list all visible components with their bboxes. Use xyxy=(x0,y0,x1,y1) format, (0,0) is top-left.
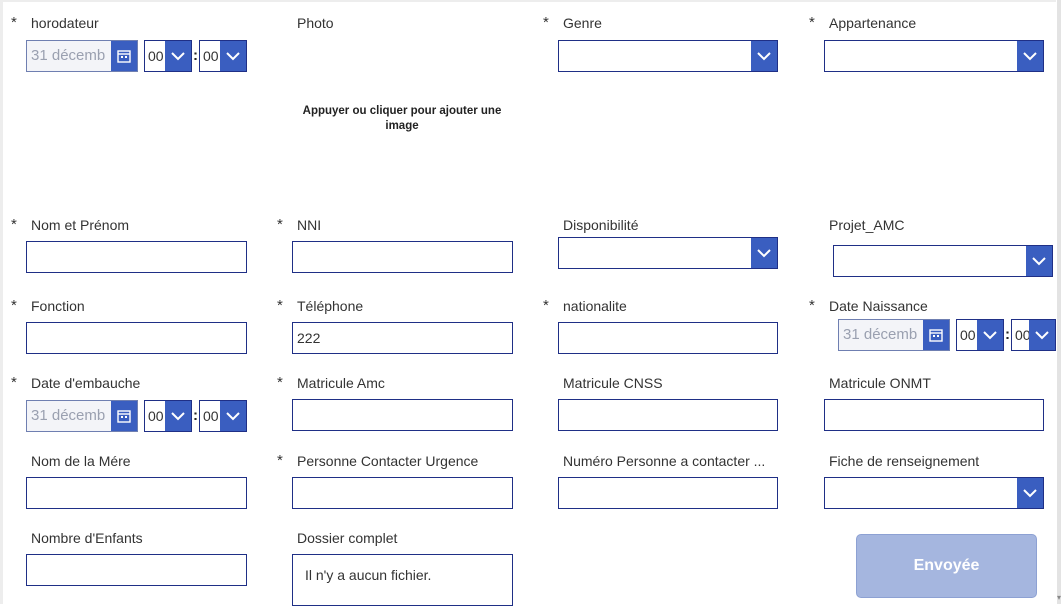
required-marker: * xyxy=(809,297,815,314)
required-marker: * xyxy=(11,216,17,233)
hour-value: 00 xyxy=(960,327,976,343)
date-naissance-minute-select[interactable]: 00 xyxy=(1011,319,1056,351)
numero-personne-input[interactable] xyxy=(558,477,778,509)
dossier-complet-label: Dossier complet xyxy=(297,530,398,546)
date-naissance-date-picker[interactable]: 31 décemb xyxy=(838,319,950,351)
minute-value: 00 xyxy=(203,408,219,424)
date-naissance-hour-select[interactable]: 00 xyxy=(956,319,1004,351)
chevron-down-icon xyxy=(1029,320,1055,350)
time-separator: : xyxy=(193,407,198,424)
frame-top-border xyxy=(0,0,1062,2)
required-marker: * xyxy=(277,297,283,314)
chevron-down-icon xyxy=(751,41,777,71)
nom-mere-input[interactable] xyxy=(26,477,247,509)
nom-prenom-input[interactable] xyxy=(26,241,247,273)
disponibilite-label: Disponibilité xyxy=(563,217,639,233)
dossier-complet-attachments[interactable]: Il n'y a aucun fichier. xyxy=(292,554,513,606)
chevron-down-icon xyxy=(220,401,246,431)
chevron-down-icon xyxy=(1017,41,1043,71)
telephone-input[interactable]: 222 xyxy=(292,322,513,354)
appartenance-dropdown[interactable] xyxy=(824,40,1044,72)
submit-button[interactable]: Envoyée xyxy=(856,534,1037,598)
horodateur-date-picker[interactable]: 31 décemb xyxy=(26,40,138,72)
matricule-amc-label: Matricule Amc xyxy=(297,375,385,391)
hour-value: 00 xyxy=(148,48,164,64)
numero-personne-label: Numéro Personne a contacter ... xyxy=(563,453,766,469)
appartenance-label: Appartenance xyxy=(829,15,917,31)
chevron-down-icon xyxy=(165,401,191,431)
minute-value: 00 xyxy=(203,48,219,64)
required-marker: * xyxy=(543,14,549,31)
date-embauche-minute-select[interactable]: 00 xyxy=(199,400,247,432)
date-embauche-hour-select[interactable]: 00 xyxy=(144,400,192,432)
scroll-down-icon[interactable]: ▾ xyxy=(1057,594,1061,602)
hour-value: 00 xyxy=(148,408,164,424)
projet-amc-label: Projet_AMC xyxy=(829,217,905,233)
calendar-icon[interactable] xyxy=(111,401,137,431)
projet-amc-dropdown[interactable] xyxy=(833,245,1053,277)
date-naissance-label: Date Naissance xyxy=(829,298,928,314)
required-marker: * xyxy=(543,297,549,314)
nom-mere-label: Nom de la Mére xyxy=(31,453,131,469)
frame-left-border xyxy=(0,0,3,604)
date-embauche-date-picker[interactable]: 31 décemb xyxy=(26,400,138,432)
calendar-icon[interactable] xyxy=(111,41,137,71)
horodateur-hour-select[interactable]: 00 xyxy=(144,40,192,72)
required-marker: * xyxy=(11,14,17,31)
matricule-cnss-input[interactable] xyxy=(558,399,778,431)
required-marker: * xyxy=(11,297,17,314)
matricule-cnss-label: Matricule CNSS xyxy=(563,375,663,391)
required-marker: * xyxy=(277,216,283,233)
personne-urgence-label: Personne Contacter Urgence xyxy=(297,453,479,469)
fonction-label: Fonction xyxy=(31,298,85,314)
time-separator: : xyxy=(1005,326,1010,343)
nom-prenom-label: Nom et Prénom xyxy=(31,217,130,233)
nombre-enfants-label: Nombre d'Enfants xyxy=(31,530,143,546)
disponibilite-dropdown[interactable] xyxy=(558,237,778,269)
horodateur-minute-select[interactable]: 00 xyxy=(199,40,247,72)
fonction-input[interactable] xyxy=(26,322,247,354)
photo-label: Photo xyxy=(297,15,334,31)
chevron-down-icon xyxy=(1017,478,1043,508)
matricule-onmt-label: Matricule ONMT xyxy=(829,375,931,391)
fiche-renseignement-label: Fiche de renseignement xyxy=(829,453,980,469)
chevron-down-icon xyxy=(1026,246,1052,276)
genre-label: Genre xyxy=(563,15,602,31)
chevron-down-icon xyxy=(751,238,777,268)
chevron-down-icon xyxy=(220,41,246,71)
chevron-down-icon xyxy=(977,320,1003,350)
fiche-renseignement-dropdown[interactable] xyxy=(824,477,1044,509)
calendar-icon[interactable] xyxy=(923,320,949,350)
chevron-down-icon xyxy=(165,41,191,71)
genre-dropdown[interactable] xyxy=(558,40,778,72)
telephone-label: Téléphone xyxy=(297,298,364,314)
date-placeholder: 31 décemb xyxy=(843,326,918,343)
nationalite-label: nationalite xyxy=(563,298,627,314)
date-embauche-label: Date d'embauche xyxy=(31,375,141,391)
time-separator: : xyxy=(193,47,198,64)
vertical-scrollbar[interactable]: ▾ xyxy=(1056,0,1062,604)
horodateur-label: horodateur xyxy=(31,15,99,31)
date-placeholder: 31 décemb xyxy=(31,47,106,64)
required-marker: * xyxy=(277,374,283,391)
required-marker: * xyxy=(277,452,283,469)
nni-input[interactable] xyxy=(292,241,513,273)
nombre-enfants-input[interactable] xyxy=(26,554,247,586)
required-marker: * xyxy=(809,14,815,31)
matricule-onmt-input[interactable] xyxy=(824,399,1044,431)
nationalite-input[interactable] xyxy=(558,322,778,354)
scrollbar-thumb[interactable] xyxy=(1057,0,1061,604)
date-placeholder: 31 décemb xyxy=(31,407,106,424)
nni-label: NNI xyxy=(297,217,322,233)
required-marker: * xyxy=(11,374,17,391)
matricule-amc-input[interactable] xyxy=(292,399,513,431)
personne-urgence-input[interactable] xyxy=(292,477,513,509)
photo-upload-area[interactable]: Appuyer ou cliquer pour ajouter une imag… xyxy=(292,104,512,134)
